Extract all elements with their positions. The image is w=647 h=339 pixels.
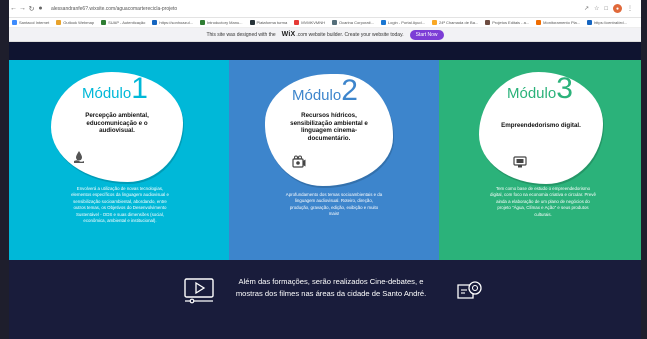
film-camera-icon — [292, 155, 306, 168]
bookmark-favicon-icon — [485, 20, 491, 25]
bookmark-label: Santacol Internet — [19, 20, 50, 25]
lock-icon[interactable]: ● — [36, 3, 45, 15]
bookmark-label: Outlook Webmap — [63, 20, 95, 25]
module-1-title: Percepção ambiental, educomunicação e o … — [85, 112, 149, 135]
toolbar-icons: ↗ ☆ □ ● ⋮ — [584, 4, 633, 13]
bookmark-label: Introductory Manu... — [206, 20, 243, 25]
star-icon[interactable]: ☆ — [594, 5, 599, 12]
share-icon[interactable]: ↗ — [584, 5, 589, 12]
bookmark-item[interactable]: 24ª Chamada de Ba... — [431, 20, 479, 25]
forward-icon[interactable]: → — [18, 3, 27, 15]
back-icon[interactable]: ← — [9, 3, 18, 15]
bookmark-label: MVMKVMNH — [301, 20, 325, 25]
module-2-panel: Módulo 2 Recursos hídricos, sensibilizaç… — [229, 60, 439, 260]
module-3-panel: Módulo 3 Empreendedorismo digital. Tem c… — [439, 60, 641, 260]
browser-window: ← → ↻ ● alessandranfe6?.wixsite.com/agua… — [9, 0, 641, 339]
module-1-panel: Módulo 1 Percepção ambiental, educomunic… — [9, 60, 229, 260]
wix-banner-text-after: .com website builder. Create your websit… — [296, 31, 404, 38]
bookmark-favicon-icon — [431, 20, 437, 25]
wix-brand: WiX — [281, 31, 296, 38]
module-word: Módulo — [292, 87, 342, 104]
module-number: 1 — [131, 72, 148, 105]
bookmarks-bar: Santacol Internet Outlook Webmap SUAP - Au… — [9, 18, 641, 28]
screenshot-frame: ← → ↻ ● alessandranfe6?.wixsite.com/agua… — [0, 0, 647, 339]
module-3-heading: Módulo 3 — [507, 72, 573, 105]
wix-banner-text-before: This site was designed with the — [206, 31, 276, 38]
bookmark-favicon-icon — [332, 20, 337, 25]
bookmark-favicon-icon — [249, 20, 255, 25]
module-2-description: Aprofundamento dos temas socioambientais… — [285, 192, 383, 217]
bookmark-label: https://sonhoazul... — [159, 20, 193, 25]
header-strip — [9, 42, 641, 60]
bookmark-favicon-icon — [199, 20, 205, 25]
bookmark-favicon-icon — [536, 20, 542, 25]
bookmark-favicon-icon — [587, 20, 593, 25]
bookmark-label: Monitoramento Pla... — [543, 20, 581, 25]
bookmark-item[interactable]: Projetos Editais - a... — [485, 20, 529, 25]
profile-avatar-icon[interactable]: ● — [613, 4, 622, 13]
bookmark-item[interactable]: https://central/ed... — [587, 20, 627, 25]
bookmark-item[interactable]: MVMKVMNH — [294, 20, 325, 25]
reload-icon[interactable]: ↻ — [27, 3, 36, 15]
url-text[interactable]: alessandranfe6?.wixsite.com/aguacomarter… — [51, 6, 177, 12]
video-player-icon — [184, 278, 214, 304]
projector-icon — [457, 281, 482, 299]
bookmark-label: SUAP - Autenticação — [108, 20, 146, 25]
module-2-title: Recursos hídricos, sensibilização ambien… — [290, 112, 368, 142]
bookmark-label: Plataforma turma — [256, 20, 288, 25]
wix-banner: This site was designed with the WiX .com… — [9, 28, 641, 42]
module-3-title: Empreendedorismo digital. — [501, 122, 581, 129]
bookmark-label: Ocarina Corporati... — [339, 20, 374, 25]
extensions-icon[interactable]: □ — [604, 6, 608, 12]
module-word: Módulo — [82, 85, 132, 102]
module-3-description: Tem como base de estudo o empreendedoris… — [490, 186, 596, 217]
module-2-heading: Módulo 2 — [292, 74, 358, 107]
module-1-description: Envolverá a utilização de novas tecnolog… — [71, 186, 169, 224]
menu-icon[interactable]: ⋮ — [627, 5, 633, 12]
bookmark-item[interactable]: SUAP - Autenticação — [101, 20, 145, 25]
bookmark-favicon-icon — [294, 20, 300, 25]
bookmark-item[interactable]: Outlook Webmap — [56, 20, 94, 25]
start-now-button[interactable]: Start Now — [409, 29, 444, 40]
bookmark-item[interactable]: Santacol Internet — [12, 20, 49, 25]
bookmark-favicon-icon — [101, 20, 107, 25]
water-drop-hand-icon — [74, 151, 84, 163]
bookmark-item[interactable]: Monitoramento Pla... — [536, 20, 580, 25]
bookmark-favicon-icon — [56, 20, 62, 25]
module-word: Módulo — [507, 85, 557, 102]
bookmark-favicon-icon — [152, 20, 158, 25]
address-bar-row: ← → ↻ ● alessandranfe6?.wixsite.com/agua… — [9, 0, 641, 18]
bookmark-label: 24ª Chamada de Ba... — [438, 20, 479, 25]
bookmark-item[interactable]: Login - Portal Ayud... — [380, 20, 425, 25]
module-number: 3 — [556, 72, 573, 105]
bookmark-favicon-icon — [380, 20, 386, 25]
bookmark-favicon-icon — [12, 20, 17, 25]
footer-section: Além das formações, serão realizados Cin… — [9, 260, 641, 339]
bookmark-item[interactable]: Plataforma turma — [249, 20, 288, 25]
footer-text: Além das formações, serão realizados Cin… — [235, 277, 427, 298]
bookmark-item[interactable]: Introductory Manu... — [199, 20, 243, 25]
computer-monitor-icon — [513, 156, 527, 168]
bookmark-label: Login - Portal Ayud... — [387, 20, 425, 25]
bookmark-label: https://central/ed... — [594, 20, 627, 25]
bookmark-label: Projetos Editais - a... — [492, 20, 530, 25]
bookmark-item[interactable]: Ocarina Corporati... — [332, 20, 374, 25]
module-1-heading: Módulo 1 — [82, 72, 148, 105]
bookmark-item[interactable]: https://sonhoazul... — [152, 20, 193, 25]
module-number: 2 — [341, 74, 358, 107]
